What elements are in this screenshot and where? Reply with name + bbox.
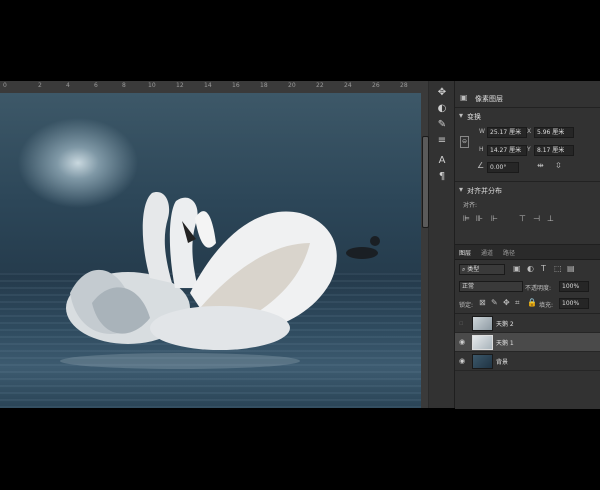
height-field[interactable]: 14.27 厘米: [487, 145, 527, 156]
properties-panel: ▣ 像素图层 ▾ 变换 ⊖ W 25.17 厘米 X 5.96 厘米 H 14.…: [455, 81, 600, 244]
paragraph-icon[interactable]: ¶: [435, 171, 449, 183]
y-field[interactable]: 8.17 厘米: [534, 145, 574, 156]
layer-row-selected[interactable]: ◉ 天鹅 1: [455, 333, 600, 352]
link-icon[interactable]: ⊖: [460, 136, 469, 148]
layer-row[interactable]: ◉ 背景: [455, 352, 600, 371]
chevron-down-icon[interactable]: ▾: [459, 185, 463, 195]
tab-paths[interactable]: 路径: [503, 248, 515, 257]
flip-horizontal-icon[interactable]: ⇹: [537, 161, 544, 171]
opacity-label: 不透明度:: [525, 285, 552, 292]
ruler-label: 6: [94, 82, 98, 89]
ruler-label: 24: [344, 82, 352, 89]
layer-name: 天鹅 2: [496, 321, 514, 328]
h-label: H: [479, 146, 484, 153]
move-icon[interactable]: ✥: [435, 87, 449, 99]
lock-all-icon[interactable]: 🔒: [527, 298, 537, 308]
x-field[interactable]: 5.96 厘米: [534, 127, 574, 138]
eye-icon[interactable]: ◉: [459, 338, 465, 346]
properties-tab-label: 像素图层: [475, 95, 503, 103]
ruler-label: 26: [372, 82, 380, 89]
layers-panel: 图层 通道 路径 ⌕ 类型 ▣ ◐ T ⬚ ▤ 正常 不透明度: 100% 锁定…: [455, 244, 600, 409]
adjust-icon[interactable]: ◐: [435, 103, 449, 115]
lock-pixels-icon[interactable]: ⊠: [479, 298, 486, 308]
ruler-label: 14: [204, 82, 212, 89]
type-icon[interactable]: A: [435, 155, 449, 167]
ruler-label: 22: [316, 82, 324, 89]
filter-adjustment-icon[interactable]: ◐: [527, 264, 534, 274]
align-bottom-icon[interactable]: ⊥: [547, 214, 554, 224]
pixel-layer-icon: ▣: [460, 93, 468, 102]
lock-position-icon[interactable]: ✥: [503, 298, 510, 308]
ruler-label: 12: [176, 82, 184, 89]
layer-thumbnail: [472, 354, 493, 369]
ruler-label: 4: [66, 82, 70, 89]
ruler-label: 28: [400, 82, 408, 89]
canvas-scrollbar[interactable]: [421, 81, 429, 408]
tab-channels[interactable]: 通道: [481, 248, 493, 257]
ruler-label: 0: [3, 82, 7, 89]
panel-tool-strip: ✥ ◐ ✎ ≡ A ¶: [429, 81, 455, 408]
fill-label: 填充:: [539, 302, 554, 309]
width-field[interactable]: 25.17 厘米: [487, 127, 527, 138]
chevron-down-icon[interactable]: ▾: [459, 111, 463, 121]
align-section-title: 对齐并分布: [467, 187, 502, 195]
layer-name: 天鹅 1: [496, 340, 514, 347]
align-label: 对齐:: [463, 202, 478, 209]
document-canvas[interactable]: [0, 93, 421, 408]
eye-icon[interactable]: ◉: [459, 357, 465, 365]
fill-field[interactable]: 100%: [559, 298, 589, 309]
lock-artboard-icon[interactable]: ⌗: [515, 298, 520, 308]
y-label: Y: [527, 146, 531, 153]
filter-pixel-icon[interactable]: ▣: [513, 264, 521, 274]
layer-name: 背景: [496, 359, 509, 366]
blend-mode-select[interactable]: 正常: [459, 281, 523, 292]
x-label: X: [527, 128, 532, 135]
w-label: W: [479, 128, 485, 135]
ruler-label: 16: [232, 82, 240, 89]
brush-icon[interactable]: ✎: [435, 119, 449, 131]
layer-thumbnail: [472, 316, 493, 331]
filter-shape-icon[interactable]: ⬚: [554, 264, 562, 274]
align-left-icon[interactable]: ⊫: [463, 214, 470, 224]
photoshop-window: 0 2 4 6 8 10 12 14 16 18 20 22 24 26 28: [0, 81, 600, 409]
swans-photo: [60, 192, 380, 369]
opacity-field[interactable]: 100%: [559, 281, 589, 292]
layers-tabs: 图层 通道 路径: [455, 245, 600, 260]
visibility-off-icon[interactable]: ▫: [459, 319, 464, 327]
lock-label: 锁定:: [459, 302, 474, 309]
align-center-icon[interactable]: ⊪: [476, 214, 483, 224]
kind-filter-label: 类型: [467, 266, 480, 273]
align-middle-icon[interactable]: ⊣: [533, 214, 540, 224]
lock-paint-icon[interactable]: ✎: [491, 298, 498, 308]
angle-field[interactable]: 0.00°: [487, 162, 519, 173]
align-top-icon[interactable]: ⊤: [519, 214, 526, 224]
layer-row[interactable]: ▫ 天鹅 2: [455, 314, 600, 333]
ruler-label: 10: [148, 82, 156, 89]
angle-icon: ∠: [477, 161, 485, 170]
tab-layers[interactable]: 图层: [459, 248, 471, 257]
ruler-label: 20: [288, 82, 296, 89]
sliders-icon[interactable]: ≡: [435, 135, 449, 147]
transform-section-title: 变换: [467, 113, 481, 121]
ruler-label: 8: [122, 82, 126, 89]
align-right-icon[interactable]: ⊩: [491, 214, 498, 224]
ruler-label: 2: [38, 82, 42, 89]
layer-thumbnail: [472, 335, 493, 350]
filter-smart-icon[interactable]: ▤: [567, 264, 575, 274]
flip-vertical-icon[interactable]: ⇳: [555, 161, 562, 171]
ruler-label: 18: [260, 82, 268, 89]
filter-type-icon[interactable]: T: [541, 264, 546, 274]
kind-filter-select[interactable]: ⌕ 类型: [459, 264, 505, 275]
